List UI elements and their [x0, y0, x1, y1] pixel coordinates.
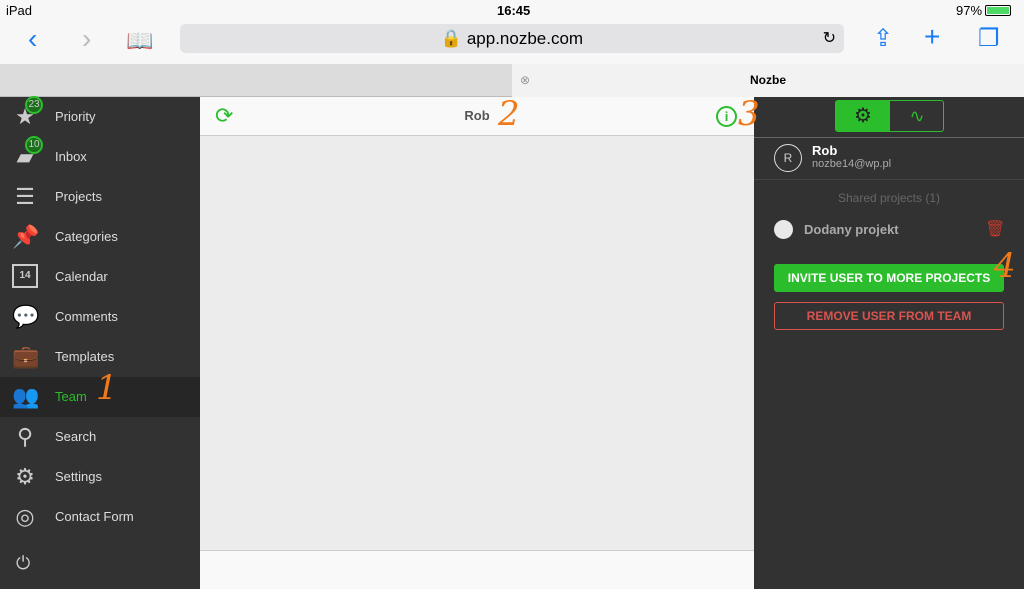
- main-title: Rob: [464, 108, 490, 123]
- main-footer: [200, 550, 754, 589]
- annotation-1: 1: [96, 368, 118, 408]
- sidebar-item-label: Priority: [55, 109, 96, 124]
- sidebar-item-comments[interactable]: 💬 Comments: [0, 297, 200, 337]
- status-bar: iPad 16:45 97%: [0, 0, 1024, 20]
- device-label: iPad: [6, 3, 33, 18]
- annotation-4: 4: [994, 246, 1016, 286]
- comments-icon: 💬: [12, 304, 40, 329]
- browser-toolbar: ‹ › 📖 🔒 app.nozbe.com ↻ ⇪ + ❐: [0, 20, 1024, 64]
- project-color-dot: [774, 220, 793, 239]
- panel-toggle: ⚙ ∿: [835, 100, 944, 132]
- count-badge: 23: [25, 96, 43, 114]
- address-bar[interactable]: 🔒 app.nozbe.com ↻: [180, 24, 844, 53]
- annotation-3: 3: [738, 94, 760, 134]
- count-badge: 10: [25, 136, 43, 154]
- briefcase-icon: 💼: [12, 344, 40, 369]
- sidebar-item-calendar[interactable]: 14 Calendar: [0, 257, 200, 297]
- sidebar-item-label: Search: [55, 429, 97, 444]
- user-name: Rob: [812, 143, 838, 158]
- reload-icon[interactable]: ↻: [823, 24, 836, 53]
- remove-user-button[interactable]: REMOVE USER FROM TEAM: [774, 302, 1004, 330]
- main-header: ⟳ Rob i: [200, 97, 754, 136]
- sidebar-item-projects[interactable]: ☰ Projects: [0, 177, 200, 217]
- annotation-2: 2: [498, 94, 520, 134]
- sidebar-item-contact-form[interactable]: ◎ Contact Form: [0, 497, 200, 537]
- sidebar-item-label: Settings: [55, 469, 102, 484]
- projects-icon: ☰: [15, 184, 35, 209]
- back-icon[interactable]: ‹: [28, 24, 37, 54]
- sidebar-item-inbox[interactable]: ▰ 10 Inbox: [0, 136, 200, 177]
- share-icon[interactable]: ⇪: [873, 24, 893, 54]
- battery-icon: [985, 5, 1011, 16]
- sidebar-item-label: Contact Form: [55, 509, 134, 524]
- lock-icon: 🔒: [440, 29, 463, 48]
- tabs-icon[interactable]: ❐: [978, 24, 1000, 54]
- sidebar-item-label: Projects: [55, 189, 102, 204]
- sidebar-item-label: Categories: [55, 229, 118, 244]
- sidebar-item-categories[interactable]: 📌 Categories: [0, 217, 200, 257]
- invite-user-button[interactable]: INVITE USER TO MORE PROJECTS: [774, 264, 1004, 292]
- forward-icon[interactable]: ›: [82, 24, 91, 54]
- battery-percent: 97%: [956, 3, 983, 18]
- bookmarks-icon[interactable]: 📖: [126, 26, 153, 56]
- lifebuoy-icon: ◎: [15, 504, 35, 529]
- tab-title: Nozbe: [750, 73, 786, 87]
- tab-bar: ⊗ Nozbe: [0, 64, 1024, 97]
- sidebar-item-search[interactable]: ⚲ Search: [0, 417, 200, 457]
- team-icon: 👥: [12, 384, 40, 409]
- calendar-icon: 14: [12, 264, 38, 290]
- gear-icon: ⚙: [15, 464, 35, 489]
- sidebar-item-label: Comments: [55, 309, 118, 324]
- settings-tab-gear-icon[interactable]: ⚙: [836, 101, 890, 131]
- user-email: nozbe14@wp.pl: [812, 158, 892, 170]
- sidebar-item-label: Team: [55, 389, 87, 404]
- new-tab-icon[interactable]: +: [924, 22, 940, 52]
- sidebar: ★ 23 Priority ▰ 10 Inbox ☰ Projects 📌 Categories 1…: [0, 96, 200, 589]
- pin-icon: 📌: [12, 224, 40, 249]
- sidebar-item-label: Calendar: [55, 269, 108, 284]
- activity-tab-pulse-icon[interactable]: ∿: [890, 101, 944, 131]
- clock: 16:45: [497, 3, 531, 18]
- search-icon: ⚲: [16, 424, 34, 449]
- avatar: R: [774, 144, 802, 172]
- shared-projects-header: Shared projects (1): [837, 191, 941, 205]
- sidebar-item-label: Inbox: [55, 149, 87, 164]
- power-icon[interactable]: ⏻: [16, 553, 30, 574]
- sidebar-item-priority[interactable]: ★ 23 Priority: [0, 96, 200, 137]
- tab-nozbe[interactable]: ⊗ Nozbe: [512, 64, 1024, 97]
- project-name[interactable]: Dodany projekt: [804, 222, 899, 237]
- trash-icon[interactable]: 🗑: [985, 219, 1005, 239]
- url-text: app.nozbe.com: [466, 29, 584, 48]
- main-pane: ⟳ Rob i: [200, 97, 754, 589]
- user-panel: ⚙ ∿ R Rob nozbe14@wp.pl Shared projects …: [754, 97, 1024, 589]
- sidebar-item-settings[interactable]: ⚙ Settings: [0, 457, 200, 497]
- close-tab-icon[interactable]: ⊗: [520, 64, 530, 96]
- info-icon[interactable]: i: [716, 106, 737, 127]
- sidebar-item-label: Templates: [55, 349, 115, 364]
